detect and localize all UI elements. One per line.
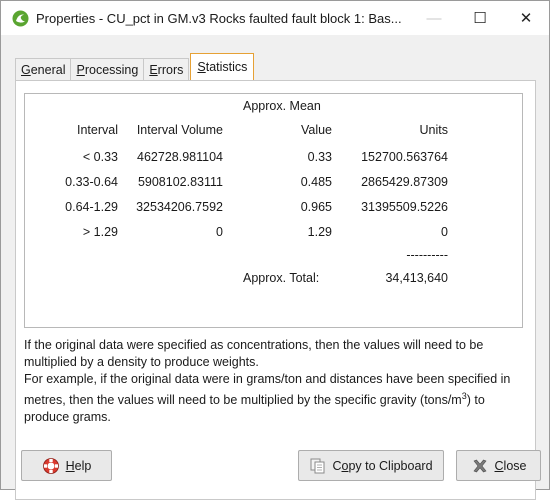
table-cell: > 1.29 (82, 225, 118, 239)
clipboard-copy-icon (309, 457, 326, 474)
table-cell: 0 (441, 225, 448, 239)
table-cell: 2865429.87309 (361, 175, 448, 189)
tab-processing-label: rocessing (84, 62, 139, 77)
maximize-button[interactable]: ☐ (457, 1, 503, 35)
tab-general-mnemonic: G (21, 62, 31, 77)
table-cell: 0.33 (307, 150, 332, 164)
tab-processing[interactable]: Processing (70, 58, 145, 80)
copy-to-clipboard-button[interactable]: Copy to Clipboard (298, 450, 444, 481)
tab-errors-mnemonic: E (149, 62, 158, 77)
concentration-note: If the original data were specified as c… (24, 337, 529, 426)
table-cell: 0.965 (300, 200, 332, 214)
copy-label: py to Clipboard (348, 458, 433, 473)
help-mnemonic: H (65, 458, 75, 473)
tab-processing-mnemonic: P (76, 62, 85, 77)
tab-general-label: eneral (30, 62, 66, 77)
copy-label-start: C (332, 458, 342, 473)
table-cell: 5908102.83111 (137, 175, 223, 189)
total-value: 34,413,640 (385, 271, 448, 285)
column-header-interval-volume: Interval Volume (136, 123, 223, 137)
properties-dialog: Properties - CU_pct in GM.v3 Rocks fault… (0, 0, 550, 500)
close-window-button[interactable]: ✕ (503, 1, 549, 35)
tab-statistics-label: tatistics (205, 60, 248, 74)
window-title: Properties - CU_pct in GM.v3 Rocks fault… (36, 10, 402, 26)
help-label: elp (74, 458, 92, 473)
close-x-icon (471, 457, 489, 475)
tab-general[interactable]: General (15, 58, 72, 80)
tab-errors-label: rrors (157, 62, 184, 77)
note-paragraph-2: For example, if the original data were i… (24, 371, 529, 426)
close-mnemonic: C (494, 458, 504, 473)
statistics-table[interactable]: Approx. Mean Interval Interval Volume Va… (24, 93, 523, 328)
app-logo-icon (11, 9, 29, 27)
minimize-button[interactable]: — (411, 1, 457, 35)
table-cell: 32534206.7592 (136, 200, 223, 214)
table-cell: 152700.563764 (361, 150, 448, 164)
table-cell: 0.33-0.64 (65, 175, 118, 189)
title-bar[interactable]: Properties - CU_pct in GM.v3 Rocks fault… (1, 1, 549, 35)
note-paragraph-2-text: For example, if the original data were i… (24, 372, 511, 408)
total-separator: ---------- (406, 248, 448, 262)
help-lifebuoy-icon (42, 457, 60, 475)
tab-statistics-mnemonic: S (197, 60, 206, 74)
table-cell: < 0.33 (82, 150, 118, 164)
total-label: Approx. Total: (243, 271, 320, 285)
table-cell: 1.29 (307, 225, 332, 239)
column-header-value: Value (300, 123, 332, 137)
table-cell: 31395509.5226 (361, 200, 448, 214)
table-cell: 462728.981104 (137, 150, 223, 164)
tab-statistics[interactable]: Statistics (190, 53, 255, 80)
column-header-interval: Interval (77, 123, 118, 137)
tab-bar: General Processing Errors Statistics (15, 53, 255, 80)
column-header-units: Units (419, 123, 448, 137)
table-cell: 0.64-1.29 (65, 200, 118, 214)
table-cell: 0 (216, 225, 223, 239)
note-paragraph-1: If the original data were specified as c… (24, 338, 484, 369)
tab-errors[interactable]: Errors (143, 58, 190, 80)
help-button[interactable]: Help (21, 450, 112, 481)
close-label: lose (503, 458, 527, 473)
table-cell: 0.485 (300, 175, 332, 189)
header-approx-mean: Approx. Mean (243, 99, 321, 113)
close-button[interactable]: Close (456, 450, 541, 481)
